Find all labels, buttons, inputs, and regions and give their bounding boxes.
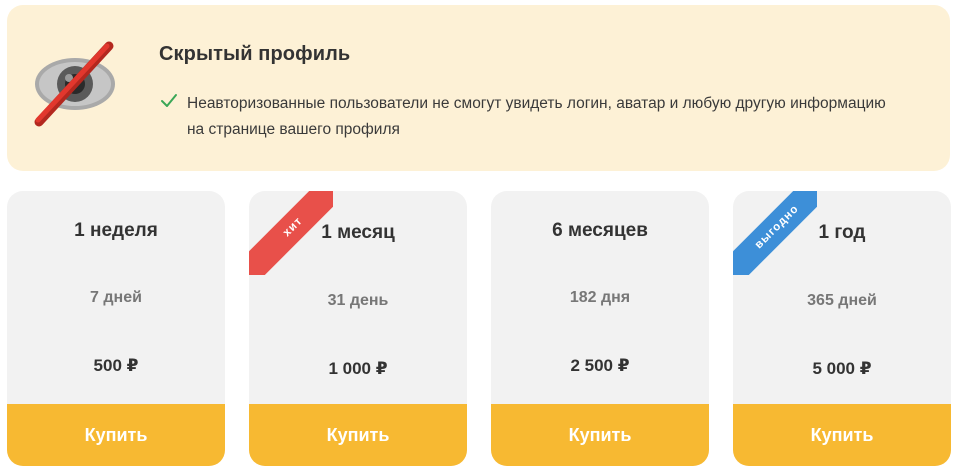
plan-price: 500 ₽ <box>93 356 139 375</box>
plan-days: 7 дней <box>90 289 142 306</box>
hidden-profile-banner: Скрытый профиль Неавторизованные пользов… <box>7 5 950 171</box>
plan-days: 31 день <box>327 292 389 309</box>
plan-card-week: 1 неделя 7 дней 500 ₽ Купить <box>7 191 225 466</box>
buy-button-six-months[interactable]: Купить <box>491 404 709 466</box>
plan-days: 365 дней <box>807 292 877 309</box>
plan-card-year: выгодно 1 год 365 дней 5 000 ₽ Купить <box>733 191 951 466</box>
plan-price: 5 000 ₽ <box>812 359 872 378</box>
banner-feature-text: Неавторизованные пользователи не смогут … <box>187 95 886 138</box>
plan-card-month: хит 1 месяц 31 день 1 000 ₽ Купить <box>249 191 467 466</box>
plan-price: 1 000 ₽ <box>328 359 388 378</box>
plan-title: 6 месяцев <box>552 220 648 241</box>
banner-title: Скрытый профиль <box>159 43 351 65</box>
buy-button-week[interactable]: Купить <box>7 404 225 466</box>
plan-days: 182 дня <box>569 289 631 306</box>
check-icon <box>161 94 177 107</box>
plan-title: 1 месяц <box>321 222 395 243</box>
hidden-eye-icon <box>34 41 115 127</box>
buy-button-year[interactable]: Купить <box>733 404 951 466</box>
plan-title: 1 год <box>818 222 866 243</box>
plan-price: 2 500 ₽ <box>570 356 630 375</box>
buy-button-month[interactable]: Купить <box>249 404 467 466</box>
plan-card-six-months: 6 месяцев 182 дня 2 500 ₽ Купить <box>491 191 709 466</box>
plan-title: 1 неделя <box>74 220 158 241</box>
